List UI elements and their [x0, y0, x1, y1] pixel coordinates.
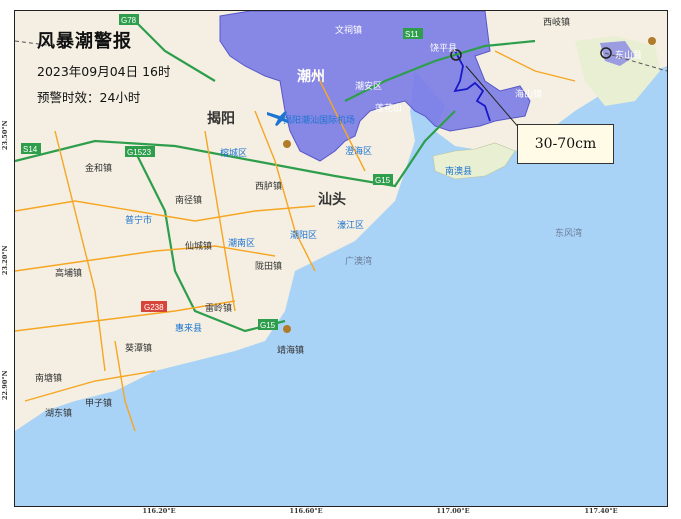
map-canvas[interactable]: 潮州 揭阳 汕头 揭阳潮汕国际机场 潮安区 澄海区 莲花山 文祠镇 饶平县 南澳…: [14, 10, 668, 507]
label-puning: 普宁市: [125, 214, 152, 225]
lat-tick-23-20: 23.20°N: [1, 245, 9, 275]
label-longtian: 陇田镇: [255, 260, 282, 271]
label-xiying: 西岐镇: [543, 16, 570, 27]
label-raoping: 饶平县: [430, 42, 457, 53]
road-label-g15-b: G15: [260, 321, 276, 330]
road-label-g1523: G1523: [127, 148, 152, 157]
label-guangao-bay: 广澳湾: [345, 255, 372, 266]
lon-tick-117-40: 117.40°E: [584, 507, 618, 515]
label-hudong: 湖东镇: [45, 407, 72, 418]
label-chaonan: 潮南区: [228, 237, 255, 248]
label-xiqiao: 西胪镇: [255, 180, 282, 191]
header: 风暴潮警报 2023年09月04日 16时 预警时效：24小时: [37, 27, 171, 113]
label-dongshan: 东山县: [615, 49, 642, 60]
label-nanjing: 南径镇: [175, 194, 202, 205]
label-jieyang: 揭阳: [207, 110, 235, 126]
label-haishan: 海山镇: [515, 88, 542, 99]
label-dongfeng-bay: 东风湾: [555, 227, 582, 238]
road-label-g238: G238: [144, 303, 164, 312]
lat-tick-23-50: 23.50°N: [1, 120, 9, 150]
label-kuitan: 葵潭镇: [125, 342, 152, 353]
map-title: 风暴潮警报: [37, 31, 132, 52]
temple-icon-2: [283, 140, 291, 148]
label-jinhe: 金和镇: [85, 162, 112, 173]
road-label-g78: G78: [121, 16, 137, 25]
road-label-s14: S14: [23, 145, 38, 154]
label-gaopu: 高埔镇: [55, 267, 82, 278]
label-chaozhou: 潮州: [297, 68, 325, 84]
label-chaoan: 潮安区: [355, 80, 382, 91]
label-xiancheng: 仙城镇: [185, 240, 212, 251]
label-lianhua: 莲花山: [375, 102, 402, 113]
label-jingang: 靖海镇: [277, 344, 304, 355]
lon-tick-116-60: 116.60°E: [289, 507, 323, 515]
label-huilai: 惠来县: [175, 322, 202, 333]
surge-height-callout: 30-70cm: [517, 124, 614, 164]
label-jiazi: 甲子镇: [85, 397, 112, 408]
label-shantou: 汕头: [318, 191, 346, 207]
road-label-g15: G15: [375, 176, 391, 185]
label-airport: 揭阳潮汕国际机场: [283, 114, 355, 125]
label-wenci: 文祠镇: [335, 24, 362, 35]
lon-tick-116-20: 116.20°E: [142, 507, 176, 515]
lat-tick-22-90: 22.90°N: [1, 370, 9, 400]
temple-icon-3: [648, 37, 656, 45]
label-nanao: 南澳县: [445, 165, 472, 176]
temple-icon: [283, 325, 291, 333]
label-chenghai: 澄海区: [345, 145, 372, 156]
label-nantang: 南塘镇: [35, 372, 62, 383]
label-leiling: 雷岭镇: [205, 302, 232, 313]
warning-validity: 预警时效：24小时: [37, 90, 141, 105]
label-chaoyang: 潮阳区: [290, 229, 317, 240]
lon-tick-117-00: 117.00°E: [436, 507, 470, 515]
label-rongcheng: 榕城区: [220, 147, 247, 158]
road-label-s11: S11: [405, 30, 419, 39]
label-haojiang: 濠江区: [337, 219, 364, 230]
issue-datetime: 2023年09月04日 16时: [37, 64, 171, 79]
